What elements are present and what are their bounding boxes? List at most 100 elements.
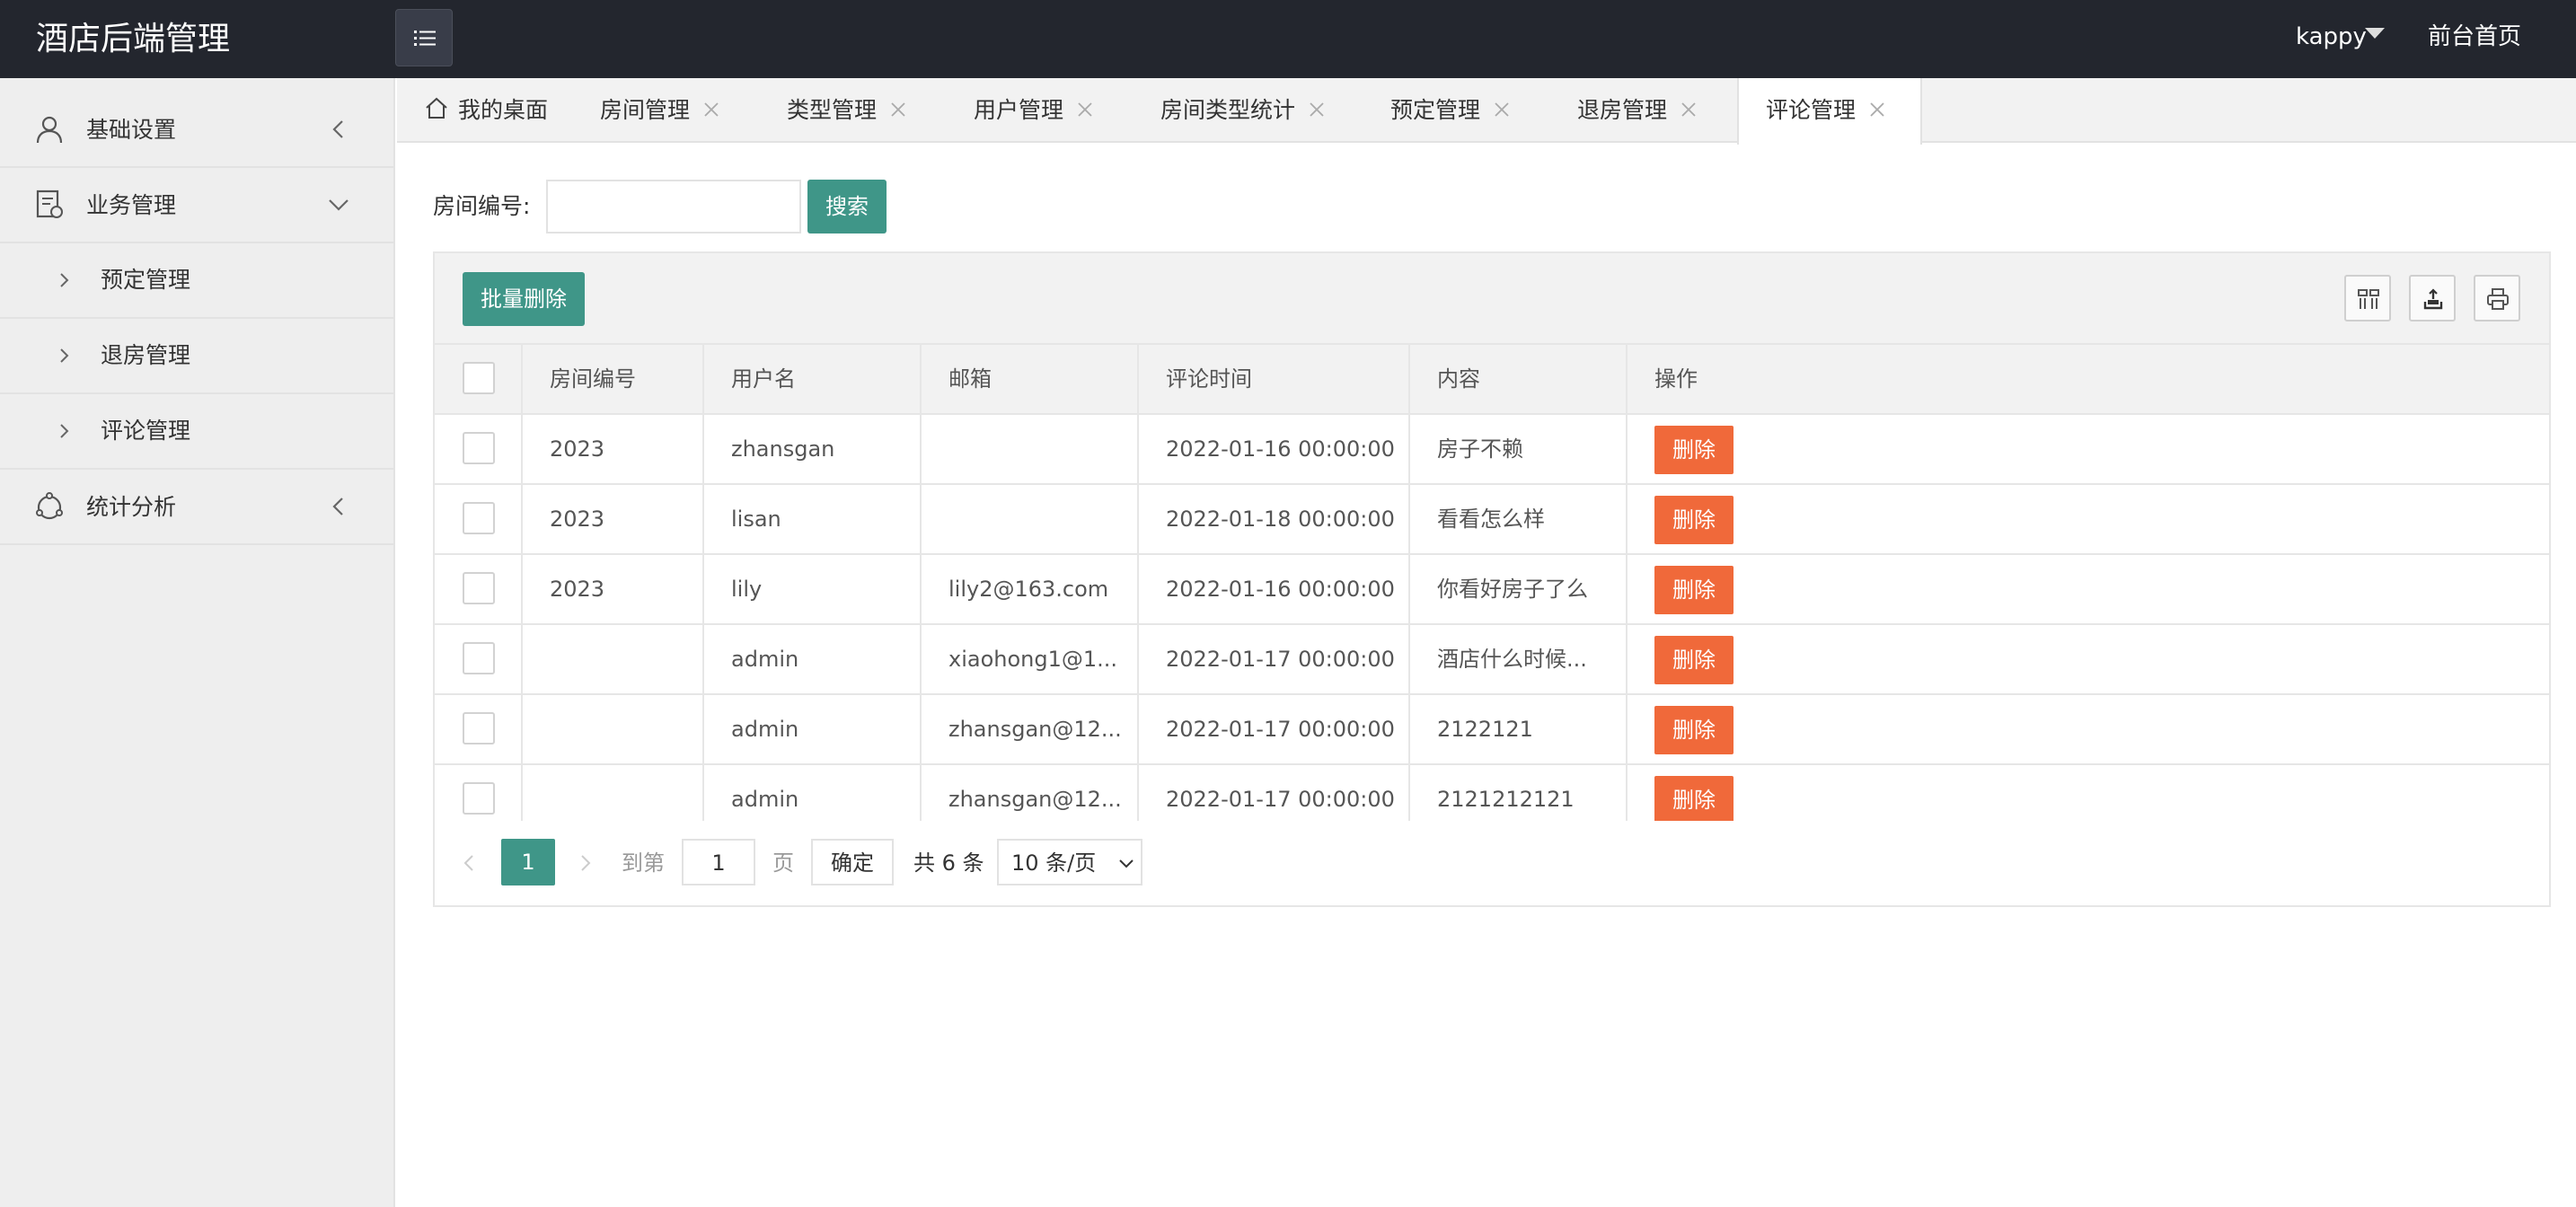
close-icon[interactable] — [889, 101, 907, 119]
tab-bar: 我的桌面 房间管理 类型管理 用户管理 房间类型统计 预定管理 退房管理 评论管… — [397, 78, 2576, 145]
header-username[interactable]: 用户名 — [704, 345, 922, 413]
header-email[interactable]: 邮箱 — [922, 345, 1139, 413]
cell-actions: 删除 — [1628, 695, 2549, 763]
row-checkbox[interactable] — [463, 642, 495, 674]
cell-username: lily — [704, 555, 922, 623]
row-checkbox[interactable] — [463, 782, 495, 815]
delete-button[interactable]: 删除 — [1654, 776, 1734, 824]
columns-icon — [2358, 289, 2379, 309]
room-number-input[interactable] — [546, 180, 801, 233]
cell-email — [922, 485, 1139, 553]
user-menu[interactable]: kappy — [2296, 0, 2367, 78]
delete-button[interactable]: 删除 — [1654, 706, 1734, 754]
sidebar-item-label: 业务管理 — [86, 192, 177, 218]
frontend-home-link[interactable]: 前台首页 — [2428, 0, 2521, 78]
tab-user-management[interactable]: 用户管理 — [947, 78, 1134, 143]
cell-actions: 删除 — [1628, 625, 2549, 693]
table-row: 2023 zhansgan 2022-01-16 00:00:00 房子不赖 删… — [435, 415, 2549, 485]
header-content[interactable]: 内容 — [1410, 345, 1628, 413]
checkbox-cell — [435, 485, 523, 553]
tab-label: 评论管理 — [1766, 97, 1857, 123]
app-title: 酒店后端管理 — [36, 21, 231, 57]
tab-desktop[interactable]: 我的桌面 — [397, 78, 573, 143]
menu-toggle-button[interactable] — [395, 9, 453, 66]
delete-button[interactable]: 删除 — [1654, 426, 1734, 474]
sidebar-item-statistics[interactable]: 统计分析 — [0, 470, 395, 545]
batch-delete-button[interactable]: 批量删除 — [463, 272, 585, 326]
cell-room-number: 2023 — [523, 555, 704, 623]
checkbox-cell — [435, 625, 523, 693]
close-icon[interactable] — [702, 101, 720, 119]
goto-page-input[interactable]: 1 — [682, 839, 755, 885]
close-icon[interactable] — [1076, 101, 1094, 119]
sidebar-subitem-label: 退房管理 — [101, 342, 191, 368]
tab-checkout-management[interactable]: 退房管理 — [1550, 78, 1737, 143]
export-icon — [2423, 288, 2443, 310]
delete-button[interactable]: 删除 — [1654, 496, 1734, 544]
caret-down-icon[interactable] — [2365, 28, 2385, 39]
page-unit-label: 页 — [772, 850, 794, 876]
tab-room-management[interactable]: 房间管理 — [573, 78, 760, 143]
sidebar-item-business[interactable]: 业务管理 — [0, 168, 395, 243]
sidebar-item-basic-settings[interactable]: 基础设置 — [0, 93, 395, 168]
header-comment-time[interactable]: 评论时间 — [1139, 345, 1410, 413]
cell-comment-time: 2022-01-16 00:00:00 — [1139, 555, 1410, 623]
tab-comment-management[interactable]: 评论管理 — [1737, 78, 1922, 145]
sidebar-item-label: 统计分析 — [86, 494, 177, 520]
goto-confirm-button[interactable]: 确定 — [811, 839, 894, 885]
cell-email: zhansgan@12... — [922, 695, 1139, 763]
close-icon[interactable] — [1680, 101, 1698, 119]
header-room-number[interactable]: 房间编号 — [523, 345, 704, 413]
close-icon[interactable] — [1308, 101, 1326, 119]
chevron-down-icon — [1119, 859, 1134, 868]
cell-username: admin — [704, 625, 922, 693]
close-icon[interactable] — [1493, 101, 1511, 119]
user-icon — [36, 116, 63, 144]
sidebar-subitem-checkout[interactable]: 退房管理 — [0, 319, 395, 394]
sidebar-item-label: 基础设置 — [86, 117, 177, 143]
sidebar-subitem-booking[interactable]: 预定管理 — [0, 243, 395, 319]
chevron-left-icon — [332, 498, 343, 515]
page-size-select[interactable]: 10 条/页 — [997, 839, 1142, 885]
row-checkbox[interactable] — [463, 712, 495, 744]
print-button[interactable] — [2474, 275, 2520, 322]
select-all-checkbox[interactable] — [463, 362, 495, 394]
chevron-left-icon — [332, 120, 343, 138]
cell-comment-time: 2022-01-17 00:00:00 — [1139, 695, 1410, 763]
print-icon — [2487, 288, 2509, 310]
delete-button[interactable]: 删除 — [1654, 566, 1734, 614]
cell-email: xiaohong1@1... — [922, 625, 1139, 693]
search-label: 房间编号: — [433, 193, 531, 219]
cell-email — [922, 415, 1139, 483]
tab-label: 类型管理 — [787, 97, 878, 123]
row-checkbox[interactable] — [463, 502, 495, 534]
cell-actions: 删除 — [1628, 555, 2549, 623]
cell-room-number — [523, 625, 704, 693]
sidebar-subitem-comments[interactable]: 评论管理 — [0, 394, 395, 470]
prev-page-icon[interactable] — [460, 853, 478, 873]
sidebar-subitem-label: 评论管理 — [101, 418, 191, 444]
row-checkbox[interactable] — [463, 432, 495, 464]
tab-label: 退房管理 — [1577, 97, 1668, 123]
tab-type-management[interactable]: 类型管理 — [760, 78, 947, 143]
export-button[interactable] — [2409, 275, 2456, 322]
cell-comment-time: 2022-01-17 00:00:00 — [1139, 625, 1410, 693]
tab-room-type-stats[interactable]: 房间类型统计 — [1134, 78, 1363, 143]
cell-comment-time: 2022-01-16 00:00:00 — [1139, 415, 1410, 483]
close-icon[interactable] — [1868, 101, 1886, 119]
delete-button[interactable]: 删除 — [1654, 636, 1734, 684]
search-button[interactable]: 搜索 — [807, 180, 887, 233]
columns-button[interactable] — [2344, 275, 2391, 322]
current-page-button[interactable]: 1 — [501, 839, 555, 885]
top-bar: 酒店后端管理 kappy 前台首页 — [0, 0, 2576, 78]
total-count: 共 6 条 — [913, 850, 984, 876]
row-checkbox[interactable] — [463, 572, 495, 604]
goto-label: 到第 — [622, 850, 665, 876]
tab-label: 预定管理 — [1390, 97, 1481, 123]
home-icon — [426, 97, 447, 119]
tab-booking-management[interactable]: 预定管理 — [1363, 78, 1550, 143]
sidebar-subitem-label: 预定管理 — [101, 267, 191, 293]
next-page-icon[interactable] — [577, 853, 595, 873]
header-actions: 操作 — [1654, 366, 1698, 392]
sidebar: 基础设置 业务管理 预定管理 退房管理 评论管理 统计分析 — [0, 78, 395, 1207]
